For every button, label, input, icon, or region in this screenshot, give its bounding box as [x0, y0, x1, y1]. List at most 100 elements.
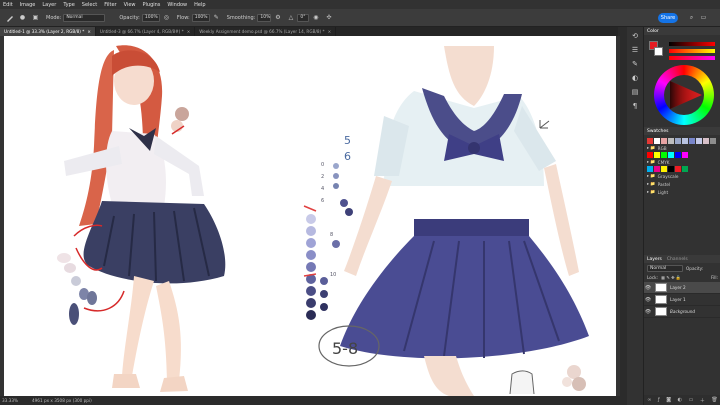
background-color-swatch[interactable] — [654, 47, 663, 56]
menu-window[interactable]: Window — [167, 2, 187, 8]
menu-plugins[interactable]: Plugins — [143, 2, 161, 8]
flow-label: Flow: — [176, 14, 190, 21]
canvas[interactable]: 5 6 0 2 4 6 8 10 5-8 — [4, 36, 616, 396]
visibility-eye-icon[interactable]: 👁 — [644, 285, 652, 291]
search-icon[interactable]: ⌕ — [687, 13, 696, 22]
menu-select[interactable]: Select — [82, 2, 97, 8]
swatch-folder-rgb[interactable]: ▸ 📁 RGB — [644, 144, 720, 152]
swatch-folder-light[interactable]: ▸ 📁 Light — [644, 188, 720, 196]
folder-icon[interactable]: ▭ — [689, 397, 694, 403]
layer-row-layer-1[interactable]: 👁 Layer 1 — [644, 294, 720, 306]
smoothing-field[interactable]: 10% — [257, 13, 272, 22]
brush-preset-icon[interactable]: ● — [18, 13, 27, 22]
pressure-opacity-icon[interactable]: ◎ — [162, 13, 171, 22]
swatch[interactable] — [710, 138, 716, 144]
share-button[interactable]: Share — [658, 13, 678, 23]
properties-icon[interactable]: ☰ — [630, 45, 640, 55]
layer-row-layer-2[interactable]: 👁 Layer 2 — [644, 282, 720, 294]
swatch[interactable] — [661, 138, 667, 144]
fx-icon[interactable]: ƒ — [658, 397, 660, 403]
folder-label: CMYK — [657, 159, 670, 165]
blue-slider[interactable] — [669, 56, 715, 60]
swatch[interactable] — [682, 138, 688, 144]
swatches-panel-tab[interactable]: Swatches — [644, 127, 720, 135]
color-panel-tab[interactable]: Color — [644, 27, 720, 35]
airbrush-icon[interactable]: ✎ — [212, 13, 221, 22]
doc-tab-untitled-3[interactable]: Untitled-3 @ 66.7% (Layer 4, RGB/8#) * × — [96, 27, 196, 36]
swatch-folder-pastel[interactable]: ▸ 📁 Pastel — [644, 180, 720, 188]
trash-icon[interactable]: 🗑 — [711, 397, 717, 403]
folder-label: Pastel — [657, 181, 671, 187]
menu-view[interactable]: View — [124, 2, 136, 8]
pressure-size-icon[interactable]: ◉ — [311, 13, 320, 22]
annotation-mark: 10 — [330, 272, 336, 278]
angle-icon[interactable]: △ — [286, 13, 295, 22]
mode-label: Mode: — [46, 14, 62, 21]
layer-thumbnail — [655, 295, 667, 304]
fill-label: Fill: — [710, 275, 718, 280]
swatch-folder-cmyk[interactable]: ▸ 📁 CMYK — [644, 158, 720, 166]
brush-settings-icon[interactable]: ✎ — [630, 59, 640, 69]
zoom-level[interactable]: 33.33% — [2, 398, 18, 403]
menu-edit[interactable]: Edit — [3, 2, 13, 8]
close-icon[interactable]: × — [187, 29, 191, 34]
layer-thumbnail — [655, 307, 667, 316]
menu-filter[interactable]: Filter — [104, 2, 116, 8]
angle-field[interactable]: 0° — [297, 13, 310, 22]
adjustments-icon[interactable]: ◐ — [630, 73, 640, 83]
canvas-scrollbar[interactable] — [616, 36, 620, 396]
tab-layers[interactable]: Layers — [647, 257, 662, 262]
swatch[interactable] — [654, 138, 660, 144]
status-bar: 33.33% 4961 px x 3508 px (300 ppi) — [0, 396, 620, 405]
swatch[interactable] — [647, 138, 653, 144]
doc-tab-weekly-assignment[interactable]: Weekly Assignment demo.psd @ 66.7% (Laye… — [195, 27, 337, 36]
mask-icon[interactable]: ◙ — [666, 397, 671, 403]
history-icon[interactable]: ⟲ — [630, 31, 640, 41]
mode-select[interactable]: Normal — [63, 13, 106, 22]
visibility-eye-icon[interactable]: 👁 — [644, 309, 652, 315]
visibility-eye-icon[interactable]: 👁 — [644, 297, 652, 303]
flow-field[interactable]: 100% — [191, 13, 210, 22]
layers-bottom-bar: ∞ ƒ ◙ ◐ ▭ ＋ 🗑 — [644, 395, 720, 405]
swatch[interactable] — [675, 138, 681, 144]
paragraph-icon[interactable]: ¶ — [630, 101, 640, 111]
swatch[interactable] — [689, 138, 695, 144]
new-layer-icon[interactable]: ＋ — [700, 397, 705, 404]
menu-help[interactable]: Help — [194, 2, 205, 8]
libraries-icon[interactable]: ▤ — [630, 87, 640, 97]
menu-image[interactable]: Image — [20, 2, 36, 8]
opacity-field[interactable]: 100% — [141, 13, 160, 22]
symmetry-icon[interactable]: ✣ — [324, 13, 333, 22]
menu-type[interactable]: Type — [63, 2, 74, 8]
panel-icon-strip: ⟲ ☰ ✎ ◐ ▤ ¶ — [627, 27, 643, 405]
annotation-mark: 4 — [321, 186, 324, 192]
color-wheel[interactable] — [654, 65, 714, 125]
swatch-folder-grayscale[interactable]: ▸ 📁 Grayscale — [644, 172, 720, 180]
smoothing-settings-gear-icon[interactable]: ⚙ — [273, 13, 282, 22]
link-icon[interactable]: ∞ — [647, 397, 651, 403]
annotation-number-6: 6 — [344, 150, 351, 163]
brush-tool-icon[interactable] — [5, 13, 14, 22]
menu-layer[interactable]: Layer — [42, 2, 56, 8]
brush-settings-icon[interactable]: ▣ — [31, 13, 40, 22]
close-icon[interactable]: × — [328, 29, 332, 34]
layers-panel-tabs: Layers Channels — [644, 255, 720, 263]
blend-mode-select[interactable]: Normal — [647, 264, 683, 272]
adjustment-icon[interactable]: ◐ — [678, 397, 682, 403]
folder-label: Light — [657, 189, 669, 195]
document-info[interactable]: 4961 px x 3508 px (300 ppi) — [32, 398, 92, 403]
swatch[interactable] — [703, 138, 709, 144]
lock-label: Lock: — [647, 275, 658, 280]
red-slider[interactable] — [669, 42, 715, 46]
close-icon[interactable]: × — [87, 29, 91, 34]
green-slider[interactable] — [669, 49, 715, 53]
tab-channels[interactable]: Channels — [667, 257, 688, 262]
options-bar: ● ▣ Mode: Normal Opacity: 100% ◎ Flow: 1… — [0, 9, 720, 27]
lock-icons[interactable]: ▦ ✎ ✥ 🔒 — [661, 275, 681, 281]
layer-row-background[interactable]: 👁 Background — [644, 306, 720, 318]
workspace-icon[interactable]: ▭ — [699, 13, 708, 22]
swatch[interactable] — [696, 138, 702, 144]
swatch[interactable] — [668, 138, 674, 144]
annotation-mark: 6 — [321, 198, 324, 204]
doc-tab-untitled-1[interactable]: Untitled-1 @ 33.3% (Layer 2, RGB/8) * × — [0, 27, 96, 36]
